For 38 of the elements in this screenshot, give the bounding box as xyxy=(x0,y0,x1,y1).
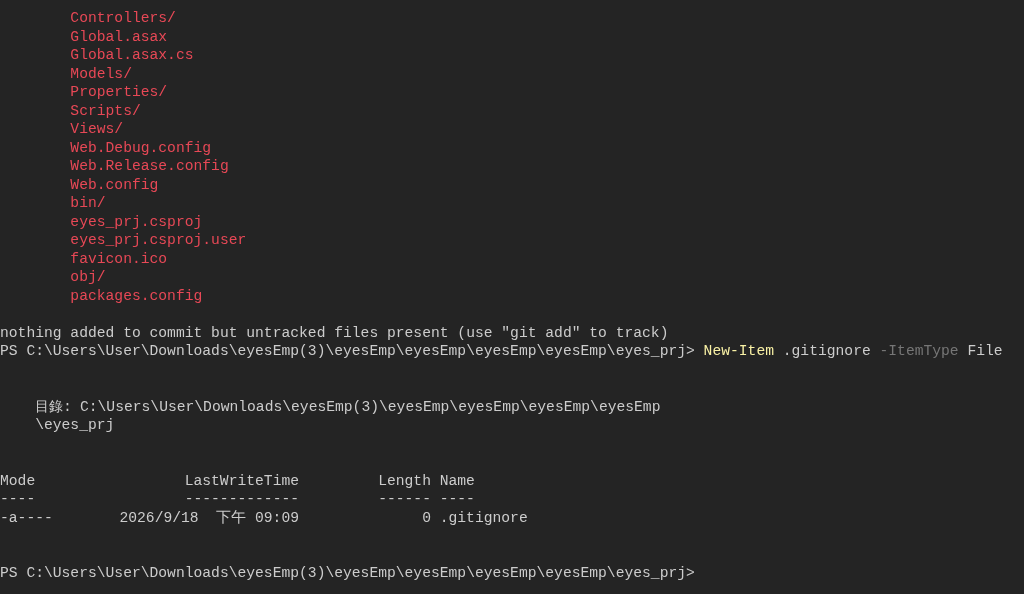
untracked-file: bin/ xyxy=(70,194,106,213)
last-write-time-cell: 2026/9/18 下午 09:09 xyxy=(119,508,299,527)
length-cell: 0 xyxy=(422,508,431,527)
untracked-file: obj/ xyxy=(70,268,106,287)
column-header: LastWriteTime xyxy=(184,472,300,489)
untracked-file: Controllers/ xyxy=(70,9,176,28)
prompt: PS C:\Users\User\Downloads\eyesEmp(3)\eyesEmp\eyesEmp\eyesEmp\eyesEmp\eyes_prj> xyxy=(0,564,695,583)
untracked-file: eyes_prj.csproj.user xyxy=(70,231,247,250)
prompt: PS C:\Users\User\Downloads\eyesEmp(3)\eyesEmp\eyesEmp\eyesEmp\eyesEmp\eyes_prj> xyxy=(0,342,695,361)
untracked-file: Web.Release.config xyxy=(70,157,229,176)
directory-label: 目錄: xyxy=(35,397,72,416)
column-header: Name xyxy=(439,472,475,489)
untracked-file: Scripts/ xyxy=(70,101,141,120)
header-rule: ------------- xyxy=(184,491,300,507)
mode-cell: -a---- xyxy=(0,509,53,526)
untracked-file: eyes_prj.csproj xyxy=(70,212,203,231)
untracked-file: Web.Debug.config xyxy=(70,138,212,157)
status-message: nothing added to commit but untracked files present (use "git add" to track) xyxy=(0,323,669,342)
command-argument: .gitignore xyxy=(782,342,871,361)
directory-path: C:\Users\User\Downloads\eyesEmp(3)\eyesEmp\eyesEmp\eyesEmp\eyesEmp xyxy=(79,397,661,416)
untracked-file: Models/ xyxy=(70,64,132,83)
untracked-file: Global.asax.cs xyxy=(70,46,194,65)
command-cmdlet: New-Item xyxy=(703,342,774,361)
header-rule: ---- xyxy=(0,491,36,507)
column-header: Length xyxy=(378,472,431,489)
name-cell: .gitignore xyxy=(439,508,528,527)
untracked-file: Global.asax xyxy=(70,27,168,46)
untracked-file: Properties/ xyxy=(70,83,168,102)
header-rule: ---- xyxy=(439,491,475,507)
column-header: Mode xyxy=(0,472,36,489)
directory-path: \eyes_prj xyxy=(35,416,115,435)
command-argument: File xyxy=(967,342,1003,361)
untracked-file: Web.config xyxy=(70,175,159,194)
untracked-file: Views/ xyxy=(70,120,124,139)
untracked-file: favicon.ico xyxy=(70,249,168,268)
command-parameter: -ItemType xyxy=(879,342,959,361)
header-rule: ------ xyxy=(378,491,431,507)
untracked-file: packages.config xyxy=(70,286,203,305)
